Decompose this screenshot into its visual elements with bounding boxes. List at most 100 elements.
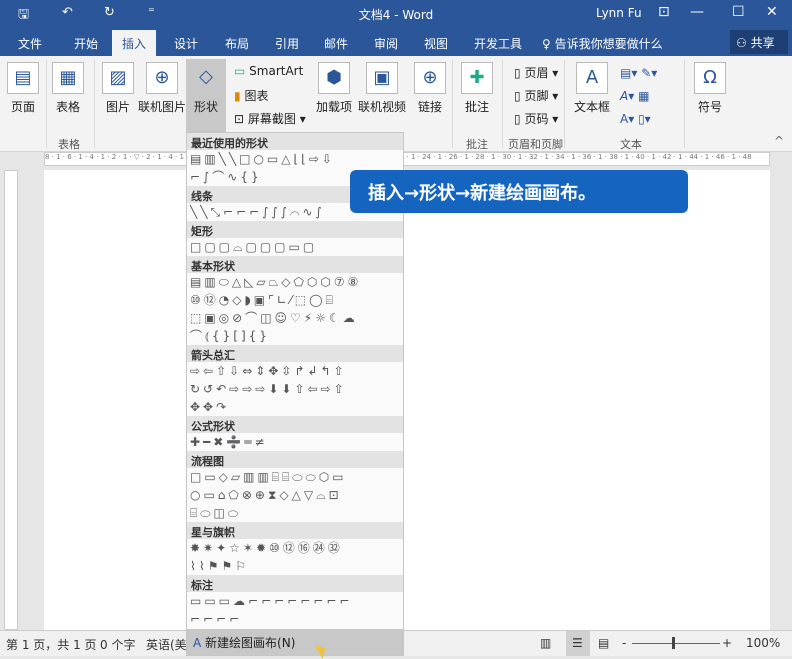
collapse-ribbon-icon[interactable]: ^ bbox=[774, 134, 784, 148]
screenshot-icon: ⊡ bbox=[234, 112, 245, 126]
picture-icon: ▨ bbox=[102, 62, 134, 94]
addins-icon: ⬢ bbox=[318, 62, 350, 94]
link-button[interactable]: ⊕ 链接 bbox=[412, 62, 448, 115]
table-button[interactable]: ▦ 表格 bbox=[50, 62, 86, 115]
online-picture-label: 联机图片 bbox=[138, 100, 187, 114]
page-button[interactable]: ▤ 页面 bbox=[6, 62, 40, 115]
share-button[interactable]: ⚇ 共享 bbox=[730, 30, 788, 54]
online-video-button[interactable]: ▣ 联机视频 bbox=[358, 62, 406, 115]
symbol-button[interactable]: Ω 符号 bbox=[692, 62, 728, 115]
maximize-button[interactable]: ☐ bbox=[732, 4, 745, 20]
tab-file[interactable]: 文件 bbox=[18, 35, 42, 52]
chart-button[interactable]: ▮ 图表 bbox=[234, 87, 268, 104]
ribbon-tabs: 文件 开始 插入 设计 布局 引用 邮件 审阅 视图 开发工具 ♀ 告诉我你想要… bbox=[0, 28, 792, 56]
word-count[interactable]: 0 个字 bbox=[100, 636, 135, 653]
shape-row[interactable]: ✚━✖➗═≠ bbox=[187, 433, 403, 451]
tab-layout[interactable]: 布局 bbox=[225, 35, 249, 52]
share-label: 共享 bbox=[750, 36, 775, 50]
shape-row[interactable]: ○▭⌂⬠⊗⊕⧗◇△▽⌓⊡ bbox=[187, 486, 403, 504]
quick-parts-icon[interactable]: ▤▾ bbox=[620, 66, 637, 80]
shape-row[interactable]: ⇨⇦⇧⇩⇔⇕✥⇳↱↲↰⇧ bbox=[187, 362, 403, 380]
chart-icon: ▮ bbox=[234, 89, 241, 103]
screenshot-label: 屏幕截图 bbox=[247, 112, 296, 126]
user-name[interactable]: Lynn Fu bbox=[596, 6, 642, 20]
shape-row[interactable]: ↻↺↶⇨⇨⇨⬇⬇⇧⇦⇨⇧ bbox=[187, 380, 403, 398]
language[interactable]: 英语(美国) bbox=[146, 636, 186, 653]
ribbon-options-icon[interactable]: ⊡ bbox=[658, 4, 670, 20]
page-number-button[interactable]: ▯ 页码 ▾ bbox=[514, 110, 558, 127]
web-layout-icon[interactable]: ▤ bbox=[598, 636, 609, 650]
new-canvas-button[interactable]: A 新建绘图画布(N) bbox=[187, 629, 403, 655]
tab-insert[interactable]: 插入 bbox=[112, 30, 157, 56]
page-count[interactable]: 第 1 页，共 1 页 bbox=[6, 636, 97, 653]
shape-row[interactable]: □▢▢⌓▢▢▢▭▢ bbox=[187, 238, 403, 256]
addins-button[interactable]: ⬢ 加载项 bbox=[316, 62, 352, 115]
section-header: 流程图 bbox=[187, 451, 403, 468]
zoom-level[interactable]: 100% bbox=[746, 636, 780, 650]
section-header: 箭头总汇 bbox=[187, 345, 403, 362]
close-button[interactable]: ✕ bbox=[766, 4, 778, 20]
smartart-button[interactable]: ▭ SmartArt bbox=[234, 64, 303, 78]
vertical-ruler[interactable] bbox=[4, 170, 18, 630]
text-tools[interactable]: ▤▾ ✎▾ 𝘈▾ ▦ A▾ ▯▾ bbox=[620, 62, 657, 131]
shape-row[interactable]: ▭▭▭☁⌐⌐⌐⌐⌐⌐⌐⌐ bbox=[187, 592, 403, 610]
zoom-slider-thumb[interactable] bbox=[672, 637, 675, 649]
shape-row[interactable]: □▭◇▱▥▥⌸⌸⬭⬭⬡▭ bbox=[187, 468, 403, 486]
zoom-out-button[interactable]: - bbox=[622, 636, 626, 650]
textbox-button[interactable]: A 文本框 bbox=[572, 62, 612, 115]
shape-row[interactable]: ▤▥⬭△◺▱⏢◇⬠⬡⬡⑦⑧ bbox=[187, 273, 403, 291]
shape-row[interactable]: ⬚▣◎⊘⌒◫☺♡⚡☼☾☁ bbox=[187, 309, 403, 327]
comment-button[interactable]: ✚ 批注 bbox=[458, 62, 496, 115]
read-mode-icon[interactable]: ▥ bbox=[540, 636, 551, 650]
zoom-in-button[interactable]: + bbox=[722, 636, 732, 650]
shape-row[interactable]: ⌒⦅{}[]{} bbox=[187, 327, 403, 345]
wordart-icon[interactable]: 𝘈▾ bbox=[620, 89, 634, 103]
picture-label: 图片 bbox=[105, 100, 130, 114]
shape-row[interactable]: ✸✷✦☆✶✹⑩⑫⑯㉔㉜ bbox=[187, 539, 403, 557]
online-picture-button[interactable]: ⊕ 联机图片 bbox=[138, 62, 186, 115]
dropcap-icon[interactable]: A▾ bbox=[620, 112, 634, 126]
shape-row[interactable]: ⌸⬭◫⬭ bbox=[187, 504, 403, 522]
addins-label: 加载项 bbox=[316, 100, 353, 114]
document-page[interactable] bbox=[44, 170, 770, 630]
footer-button[interactable]: ▯ 页脚 ▾ bbox=[514, 87, 558, 104]
tab-review[interactable]: 审阅 bbox=[374, 35, 398, 52]
shape-row[interactable]: ✥✥↷ bbox=[187, 398, 403, 416]
link-label: 链接 bbox=[417, 100, 442, 114]
footer-label: 页脚 bbox=[524, 89, 549, 103]
zoom-slider[interactable] bbox=[632, 643, 720, 644]
shapes-button[interactable]: ◇ 形状 bbox=[186, 59, 226, 135]
person-icon: ⚇ bbox=[736, 36, 747, 50]
tell-me-search[interactable]: ♀ 告诉我你想要做什么 bbox=[542, 35, 663, 52]
group-comment: 批注 bbox=[466, 138, 488, 151]
section-header: 最近使用的形状 bbox=[187, 133, 403, 150]
tab-home[interactable]: 开始 bbox=[74, 35, 98, 52]
datetime-icon[interactable]: ▦ bbox=[638, 89, 649, 103]
shape-row[interactable]: ▤▥╲╲□○▭△⌊⌊⇨⇩ bbox=[187, 150, 403, 168]
symbol-label: 符号 bbox=[697, 100, 722, 114]
header-button[interactable]: ▯ 页眉 ▾ bbox=[514, 64, 558, 81]
section-header: 基本形状 bbox=[187, 256, 403, 273]
tab-references[interactable]: 引用 bbox=[275, 35, 299, 52]
minimize-button[interactable]: — bbox=[690, 4, 704, 20]
online-video-label: 联机视频 bbox=[358, 100, 407, 114]
print-layout-icon[interactable]: ☰ bbox=[566, 631, 590, 656]
canvas-icon: A bbox=[193, 636, 202, 650]
online-picture-icon: ⊕ bbox=[146, 62, 178, 94]
textbox-label: 文本框 bbox=[573, 100, 610, 114]
picture-button[interactable]: ▨ 图片 bbox=[100, 62, 136, 115]
screenshot-button[interactable]: ⊡ 屏幕截图 ▾ bbox=[234, 110, 306, 127]
horizontal-ruler[interactable]: 8 · 1 · 6 · 1 · 4 · 1 · 2 · 1 · ▽ · 2 · … bbox=[44, 152, 770, 166]
header-label: 页眉 bbox=[524, 66, 549, 80]
tab-developer[interactable]: 开发工具 bbox=[474, 35, 522, 52]
signature-icon[interactable]: ✎▾ bbox=[641, 66, 657, 80]
tab-design[interactable]: 设计 bbox=[174, 35, 198, 52]
tab-mailings[interactable]: 邮件 bbox=[324, 35, 348, 52]
page-label: 页面 bbox=[10, 100, 35, 114]
smartart-icon: ▭ bbox=[234, 64, 246, 78]
shape-row[interactable]: ⑩⑫◔◇◗▣⌜∟⁄⬚◯⌸ bbox=[187, 291, 403, 309]
object-icon[interactable]: ▯▾ bbox=[638, 112, 651, 126]
shape-row[interactable]: ⌇⌇⚑⚑⚐ bbox=[187, 557, 403, 575]
tab-view[interactable]: 视图 bbox=[424, 35, 448, 52]
shape-row[interactable]: ⌐⌐⌐⌐ bbox=[187, 610, 403, 628]
